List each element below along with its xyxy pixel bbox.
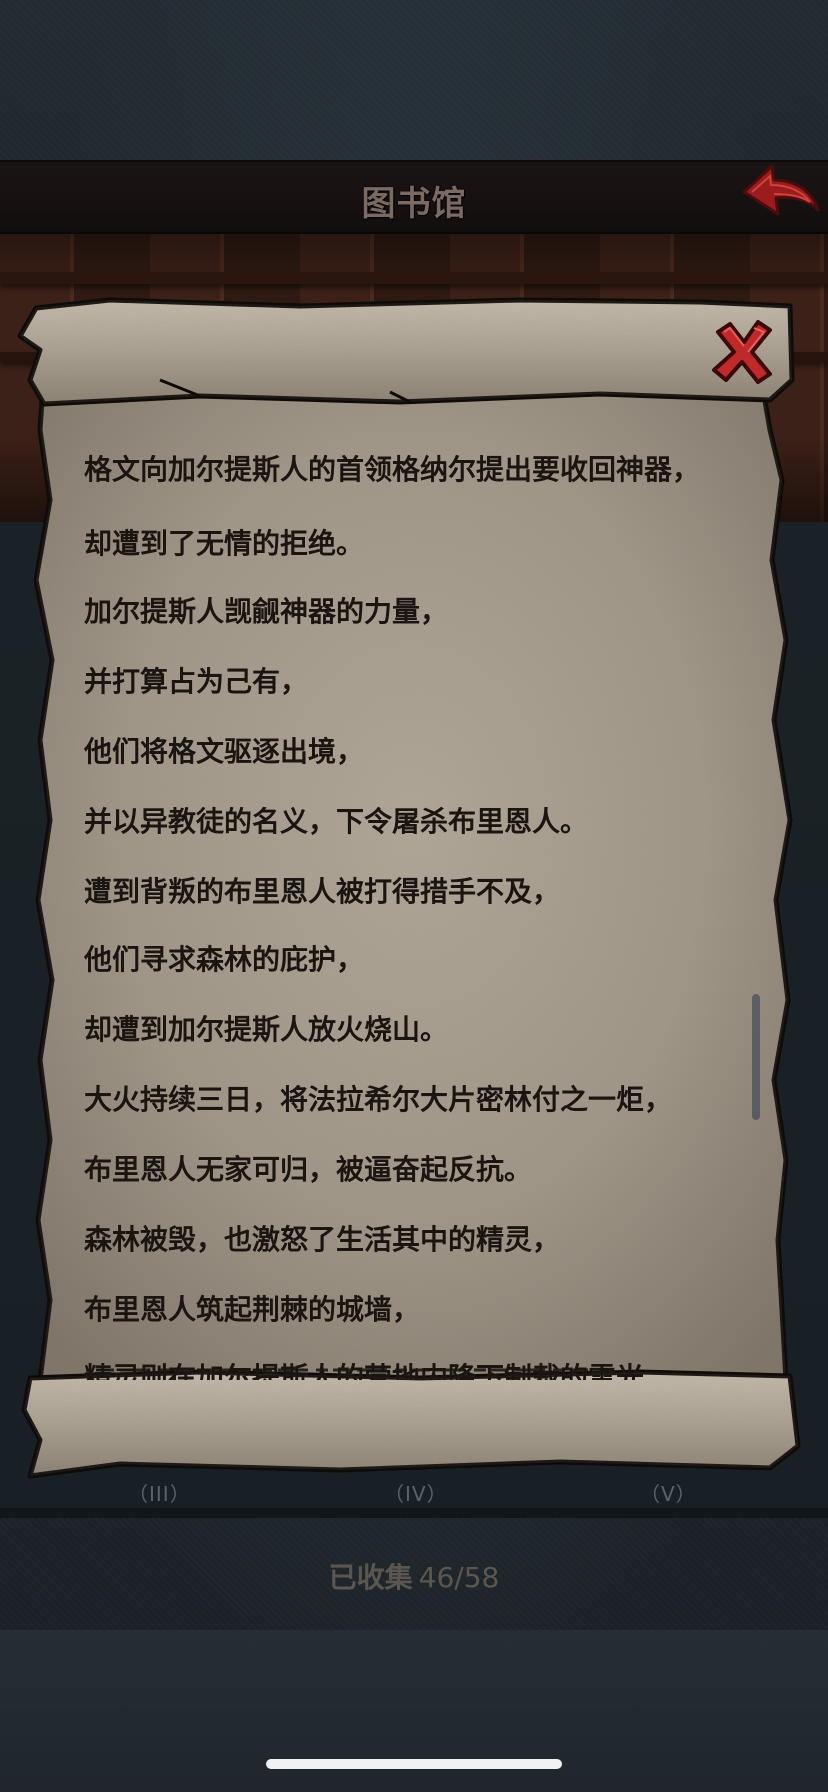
text-line: 并打算占为己有， xyxy=(84,665,309,698)
scroll-text: 格文向加尔提斯人的首领格纳尔提出要收回神器， 却遭到了无情的拒绝。 加尔提斯人觊… xyxy=(84,420,744,1380)
close-x-icon xyxy=(712,320,772,384)
text-line: 却遭到了无情的拒绝。 xyxy=(84,527,365,560)
text-line: 加尔提斯人觊觎神器的力量， xyxy=(84,595,449,628)
close-button[interactable] xyxy=(708,318,776,386)
scrollbar-thumb[interactable] xyxy=(752,994,760,1120)
text-line: 精灵则在加尔提斯人的营地内降下制裁的雷光。 xyxy=(84,1361,673,1380)
text-line: 遭到背叛的布里恩人被打得措手不及， xyxy=(84,875,561,908)
text-line: 布里恩人筑起荆棘的城墙， xyxy=(84,1293,421,1326)
text-line: 森林被毁，也激怒了生活其中的精灵， xyxy=(84,1223,561,1256)
home-indicator[interactable] xyxy=(266,1759,562,1769)
text-line: 却遭到加尔提斯人放火烧山。 xyxy=(84,1013,449,1046)
text-line: 他们寻求森林的庇护， xyxy=(84,943,365,976)
text-line: 大火持续三日，将法拉希尔大片密林付之一炬， xyxy=(84,1083,673,1116)
text-line: 格文向加尔提斯人的首领格纳尔提出要收回神器， xyxy=(84,453,701,486)
text-line: 他们将格文驱逐出境， xyxy=(84,735,365,768)
text-line: 并以异教徒的名义，下令屠杀布里恩人。 xyxy=(84,805,589,838)
text-line: 布里恩人无家可归，被逼奋起反抗。 xyxy=(84,1153,533,1186)
